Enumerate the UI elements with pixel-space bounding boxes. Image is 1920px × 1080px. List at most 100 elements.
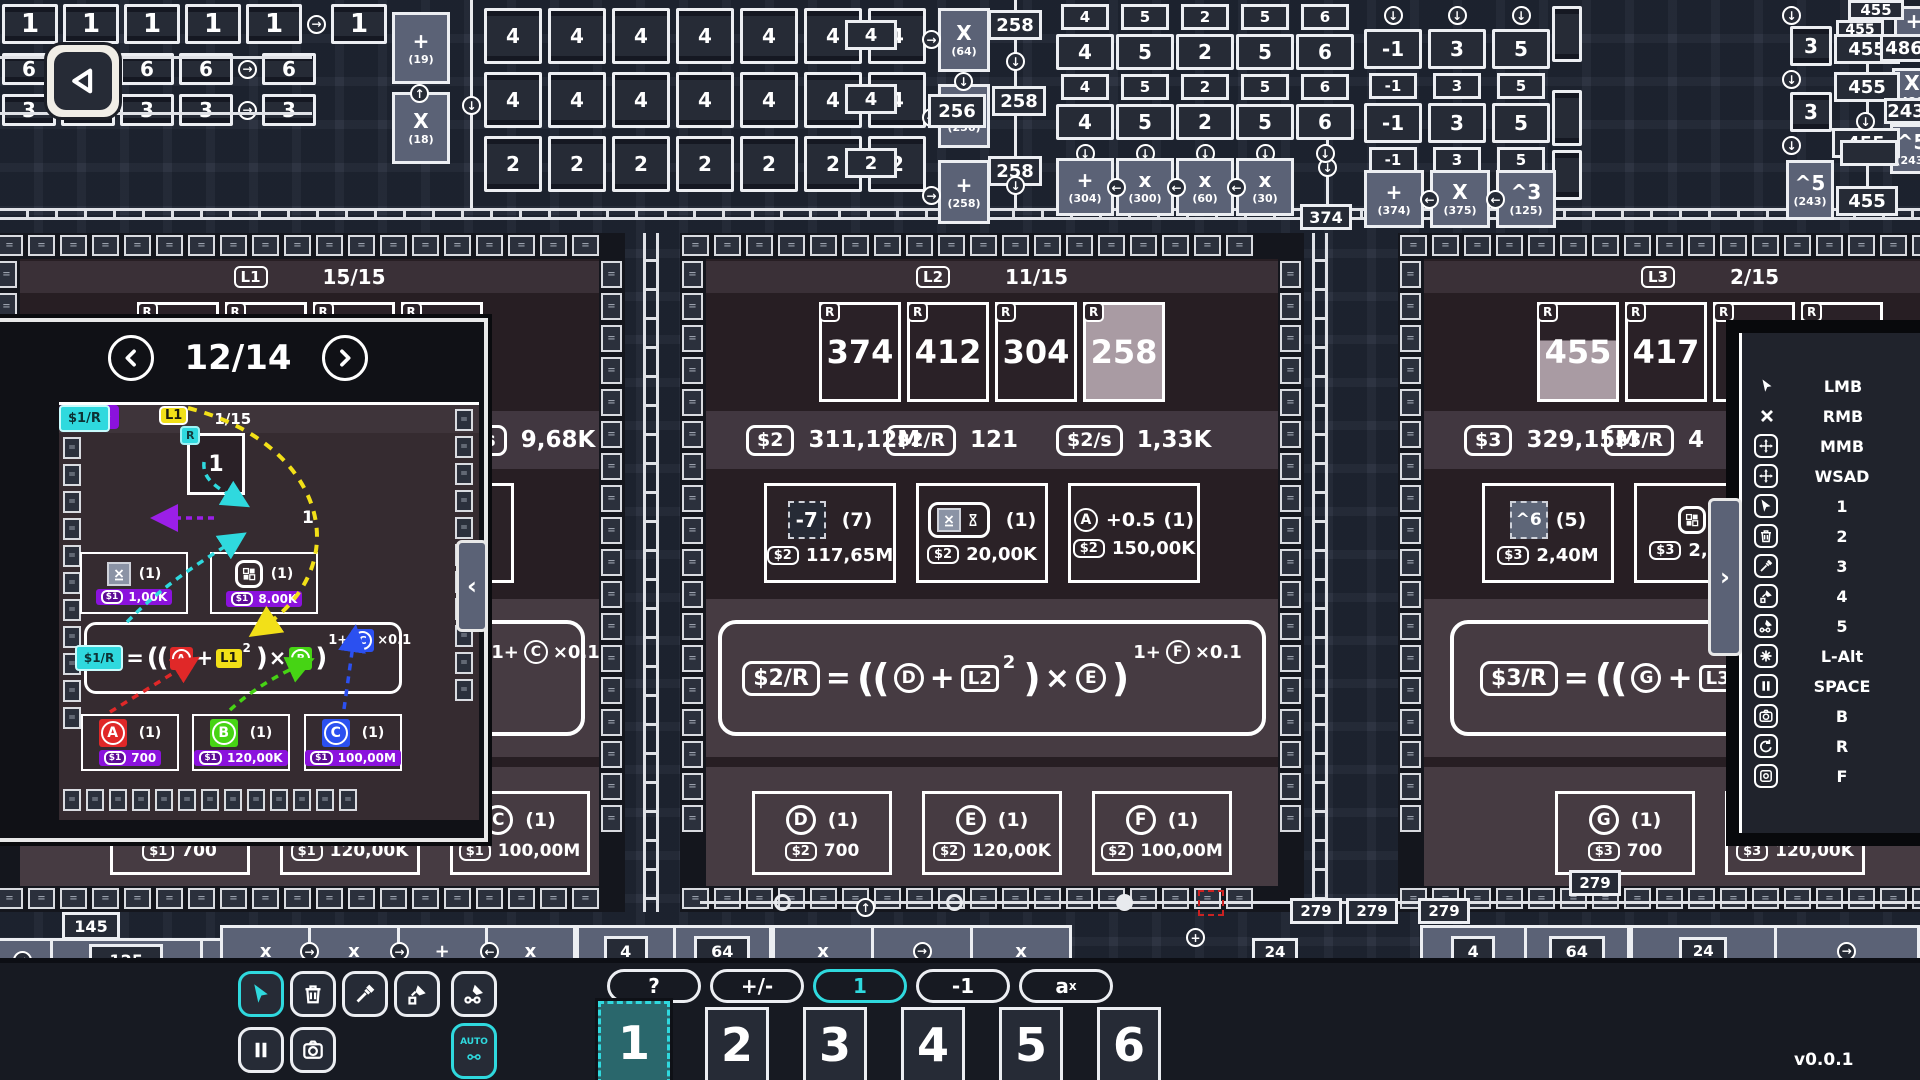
number-cell[interactable]: 5 xyxy=(1236,104,1294,140)
number-cell[interactable]: 2 xyxy=(1176,104,1234,140)
number-cell[interactable]: 5 xyxy=(1492,103,1550,143)
number-cell[interactable]: 4 xyxy=(1056,34,1114,70)
number-cell[interactable]: -1 xyxy=(1364,29,1422,69)
number-tile-button[interactable]: 3 xyxy=(803,1007,867,1080)
number-cell[interactable]: 4 xyxy=(548,72,606,128)
number-tile-button[interactable]: 4 xyxy=(901,1007,965,1080)
number-cell[interactable]: 1 xyxy=(246,4,302,44)
number-mode-pill[interactable]: 1 xyxy=(813,969,907,1003)
number-cell[interactable]: 3 xyxy=(1790,92,1832,132)
operator-cell[interactable]: X(375) xyxy=(1430,170,1490,228)
variable-upgrade-button[interactable]: E(1) $2120,00K xyxy=(922,791,1062,875)
variable-upgrade-button[interactable]: F(1) $2100,00M xyxy=(1092,791,1232,875)
number-cell[interactable]: 1 xyxy=(124,4,180,44)
screenshot-button[interactable] xyxy=(290,1027,336,1073)
belt-node[interactable] xyxy=(946,894,963,911)
operator-cell[interactable]: ^3(125) xyxy=(1496,170,1556,228)
reward-cell[interactable]: R 412 xyxy=(907,302,989,402)
delete-tool-button[interactable] xyxy=(290,971,336,1017)
tutorial-next-button[interactable] xyxy=(322,335,368,381)
number-cell[interactable]: 5 xyxy=(1116,34,1174,70)
number-mode-pill[interactable]: ? xyxy=(607,969,701,1003)
number-mode-pill[interactable]: -1 xyxy=(916,969,1010,1003)
operator-cell[interactable]: +(258) xyxy=(938,160,990,224)
number-tile-button[interactable]: 2 xyxy=(705,1007,769,1080)
upgrade-button[interactable]: -7 (7) $2117,65M xyxy=(764,483,896,583)
variable-upgrade-button[interactable]: D(1) $2700 xyxy=(752,791,892,875)
upgrade-button[interactable]: (1) $220,00K xyxy=(916,483,1048,583)
number-cell[interactable]: 5 xyxy=(1492,29,1550,69)
number-cell[interactable]: 6 xyxy=(1296,104,1354,140)
paint-tool-button[interactable] xyxy=(394,971,440,1017)
select-tool-button[interactable] xyxy=(238,971,284,1017)
number-cell[interactable]: 4 xyxy=(612,8,670,64)
number-cell[interactable]: 4 xyxy=(484,72,542,128)
number-cell[interactable]: 1 xyxy=(63,4,119,44)
number-cell[interactable]: 2 xyxy=(1176,34,1234,70)
keybind-row: 5 xyxy=(1742,611,1920,641)
arrow-up-icon: ↑ xyxy=(856,898,875,917)
reward-cell[interactable]: R 258 xyxy=(1083,302,1165,402)
number-cell[interactable]: 4 xyxy=(548,8,606,64)
belt-node[interactable] xyxy=(774,894,791,911)
operator-cell[interactable]: + (19) xyxy=(392,12,450,84)
number-cell[interactable]: 3 xyxy=(1790,26,1832,66)
number-cell[interactable]: -1 xyxy=(1364,103,1422,143)
tutorial-collapse-handle[interactable]: ‹ xyxy=(456,540,488,632)
plus-node-icon[interactable]: + xyxy=(1186,928,1205,947)
operator-cell[interactable]: ^5(243) xyxy=(1786,160,1834,220)
paint-link-tool-button[interactable] xyxy=(451,971,497,1017)
reward-cell[interactable]: R 374 xyxy=(819,302,901,402)
cell-value: 4 xyxy=(762,24,776,48)
number-cell[interactable]: 3 xyxy=(179,94,233,126)
auto-link-button[interactable]: AUTO xyxy=(451,1023,497,1079)
number-cell[interactable]: 2 xyxy=(484,136,542,192)
number-cell[interactable]: 4 xyxy=(484,8,542,64)
number-cell[interactable]: 1 xyxy=(2,4,58,44)
keybind-panel: LMB RMB MMB WSAD 1 2 3 xyxy=(1726,320,1920,846)
number-cell[interactable]: 3 xyxy=(1428,29,1486,69)
reward-cell[interactable]: R 417 xyxy=(1625,302,1707,402)
tutorial-prev-button[interactable] xyxy=(108,335,154,381)
number-cell[interactable]: 4 xyxy=(740,72,798,128)
reward-formula: $2/R = (( D + L22 ) × E ) 1+F×0.1 xyxy=(718,620,1266,736)
belt-node[interactable] xyxy=(1116,894,1133,911)
back-button[interactable] xyxy=(44,42,122,120)
variable-upgrade-button[interactable]: G(1) $3700 xyxy=(1555,791,1695,875)
number-cell[interactable]: 3 xyxy=(120,94,174,126)
arrow-down-icon: ↓ xyxy=(1856,112,1875,131)
reward-cell[interactable]: R 455 xyxy=(1537,302,1619,402)
number-cell[interactable]: 4 xyxy=(676,8,734,64)
number-mode-pill[interactable]: +/- xyxy=(710,969,804,1003)
number-cell[interactable]: 4 xyxy=(612,72,670,128)
number-mode-pill[interactable]: ax xyxy=(1019,969,1113,1003)
number-cell[interactable]: 2 xyxy=(676,136,734,192)
number-cell[interactable]: 4 xyxy=(1056,104,1114,140)
rate-value: 1 xyxy=(302,508,314,528)
operator-cell[interactable]: +(304) xyxy=(1056,158,1114,216)
number-cell[interactable]: 1 xyxy=(185,4,241,44)
number-cell[interactable]: 2 xyxy=(740,136,798,192)
keybind-collapse-handle[interactable]: › xyxy=(1708,498,1742,656)
upgrade-button[interactable]: A +0.5 (1) $2150,00K xyxy=(1068,483,1200,583)
pause-button[interactable] xyxy=(238,1027,284,1073)
number-cell[interactable]: 2 xyxy=(548,136,606,192)
number-cell[interactable]: 3 xyxy=(262,94,316,126)
upgrade-button[interactable]: ^6 (5) $32,40M xyxy=(1482,483,1614,583)
number-cell[interactable]: 2 xyxy=(612,136,670,192)
number-cell[interactable]: 5 xyxy=(1116,104,1174,140)
number-cell[interactable]: 1 xyxy=(331,4,387,44)
reward-cell[interactable]: R 304 xyxy=(995,302,1077,402)
picker-tool-button[interactable] xyxy=(342,971,388,1017)
number-tile-button[interactable]: 6 xyxy=(1097,1007,1161,1080)
number-cell[interactable]: 4 xyxy=(740,8,798,64)
number-cell[interactable]: 5 xyxy=(1236,34,1294,70)
operator-cell[interactable]: +(374) xyxy=(1364,170,1424,228)
value-badge: 279 xyxy=(1418,898,1470,924)
number-tile-button[interactable]: 1 xyxy=(598,1001,670,1080)
number-cell[interactable]: 6 xyxy=(1296,34,1354,70)
number-tile-button[interactable]: 5 xyxy=(999,1007,1063,1080)
operator-cell[interactable]: X(64) xyxy=(938,8,990,72)
number-cell[interactable]: 3 xyxy=(1428,103,1486,143)
number-cell[interactable]: 4 xyxy=(676,72,734,128)
